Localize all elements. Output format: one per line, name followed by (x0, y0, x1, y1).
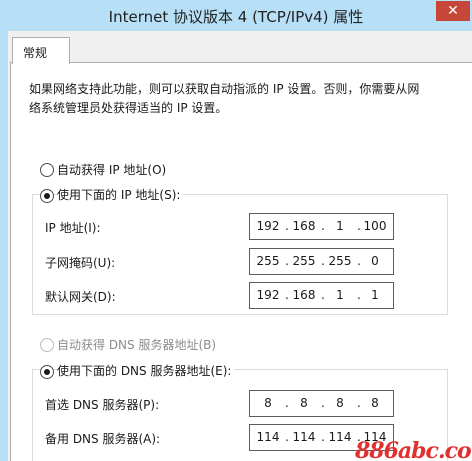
description-line-2: 络系统管理员处获得适当的 IP 设置。 (29, 101, 228, 115)
subnet-mask-field[interactable]: 255 . 255 . 255 . 0 (249, 248, 394, 275)
ip-address-field[interactable]: 192 . 168 . 1 . 100 (249, 213, 394, 240)
mask-octet-2[interactable]: 255 (290, 254, 318, 268)
subnet-mask-label: 子网掩码(U): (45, 256, 116, 270)
pdns-octet-4[interactable]: 8 (361, 396, 389, 410)
ip-dot: . (321, 288, 325, 302)
ip-dot: . (285, 254, 289, 268)
manual-dns-radio[interactable] (40, 365, 54, 379)
ip-octet-2[interactable]: 168 (290, 219, 318, 233)
preferred-dns-field[interactable]: 8 . 8 . 8 . 8 (249, 390, 394, 417)
mask-octet-3[interactable]: 255 (326, 254, 354, 268)
title-bar[interactable]: Internet 协议版本 4 (TCP/IPv4) 属性 ✕ (0, 0, 472, 30)
ip-octet-3[interactable]: 1 (326, 219, 354, 233)
adns-octet-3[interactable]: 114 (326, 430, 354, 444)
description-line-1: 如果网络支持此功能，则可以获取自动指派的 IP 设置。否则，你需要从网 (29, 82, 420, 96)
manual-dns-label[interactable]: 使用下面的 DNS 服务器地址(E): (57, 362, 235, 379)
pdns-octet-1[interactable]: 8 (254, 396, 282, 410)
tab-general[interactable]: 常规 (12, 37, 70, 64)
ip-dot: . (321, 254, 325, 268)
auto-ip-radio[interactable] (40, 163, 54, 177)
manual-ip-label[interactable]: 使用下面的 IP 地址(S): (57, 186, 184, 203)
default-gateway-field[interactable]: 192 . 168 . 1 . 1 (249, 282, 394, 309)
alternate-dns-label: 备用 DNS 服务器(A): (45, 432, 161, 446)
pdns-octet-2[interactable]: 8 (290, 396, 318, 410)
ip-dot: . (321, 396, 325, 410)
close-button[interactable]: ✕ (436, 1, 470, 21)
ip-dot: . (321, 219, 325, 233)
window-title: Internet 协议版本 4 (TCP/IPv4) 属性 (108, 8, 364, 26)
default-gateway-label: 默认网关(D): (45, 290, 116, 304)
ip-dot: . (321, 430, 325, 444)
auto-ip-label[interactable]: 自动获得 IP 地址(O) (57, 161, 166, 178)
ip-dot: . (285, 430, 289, 444)
preferred-dns-label: 首选 DNS 服务器(P): (45, 398, 160, 412)
gateway-octet-3[interactable]: 1 (326, 288, 354, 302)
adns-octet-2[interactable]: 114 (290, 430, 318, 444)
auto-dns-label: 自动获得 DNS 服务器地址(B) (57, 338, 217, 352)
gateway-octet-2[interactable]: 168 (290, 288, 318, 302)
auto-dns-radio (40, 338, 54, 352)
ip-octet-1[interactable]: 192 (254, 219, 282, 233)
manual-ip-radio[interactable] (40, 189, 54, 203)
gateway-octet-4[interactable]: 1 (361, 288, 389, 302)
mask-octet-1[interactable]: 255 (254, 254, 282, 268)
adns-octet-1[interactable]: 114 (254, 430, 282, 444)
mask-octet-4[interactable]: 0 (361, 254, 389, 268)
ip-dot: . (285, 288, 289, 302)
site-watermark: 886abc.com (355, 438, 472, 461)
ip-dot: . (285, 219, 289, 233)
description-text: 如果网络支持此功能，则可以获取自动指派的 IP 设置。否则，你需要从网 络系统管… (29, 80, 459, 118)
ip-octet-4[interactable]: 100 (361, 219, 389, 233)
gateway-octet-1[interactable]: 192 (254, 288, 282, 302)
pdns-octet-3[interactable]: 8 (326, 396, 354, 410)
ip-address-label: IP 地址(I): (45, 221, 101, 235)
tab-general-label: 常规 (23, 46, 48, 60)
ip-dot: . (285, 396, 289, 410)
